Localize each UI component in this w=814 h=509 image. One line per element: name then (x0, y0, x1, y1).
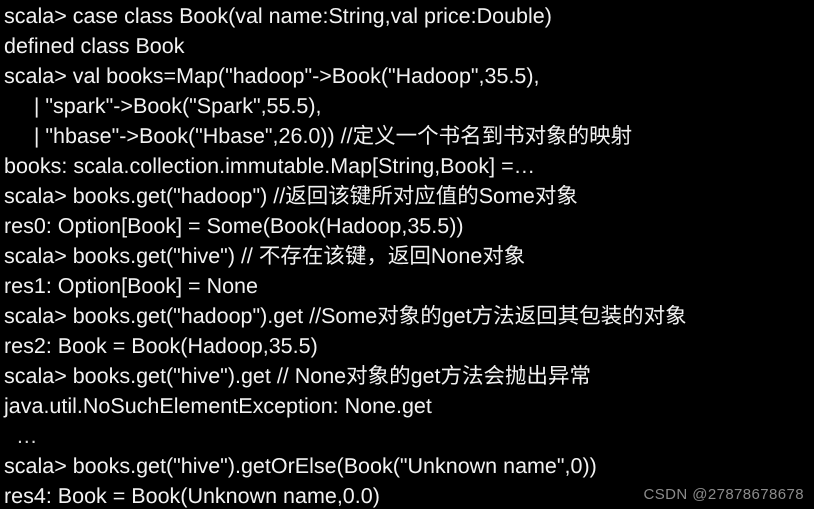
terminal-line: scala> books.get("hadoop").get //Some对象的… (4, 304, 687, 328)
terminal-line: scala> case class Book(val name:String,v… (4, 4, 552, 28)
terminal-line: scala> books.get("hive").get // None对象的g… (4, 364, 592, 388)
terminal-line: scala> books.get("hive").getOrElse(Book(… (4, 454, 597, 478)
terminal-line: java.util.NoSuchElementException: None.g… (4, 394, 432, 418)
terminal-line: defined class Book (4, 34, 185, 58)
terminal-line: res0: Option[Book] = Some(Book(Hadoop,35… (4, 214, 464, 238)
terminal-line: scala> books.get("hive") // 不存在该键，返回None… (4, 244, 526, 268)
terminal-line: books: scala.collection.immutable.Map[St… (4, 154, 536, 178)
terminal-line-ellipsis: … (4, 424, 38, 448)
terminal-line: res2: Book = Book(Hadoop,35.5) (4, 334, 318, 358)
terminal-screenshot: scala> case class Book(val name:String,v… (0, 0, 814, 509)
terminal-line: scala> val books=Map("hadoop"->Book("Had… (4, 64, 540, 88)
terminal-line: | "hbase"->Book("Hbase",26.0)) //定义一个书名到… (4, 124, 633, 148)
terminal-line: scala> books.get("hadoop") //返回该键所对应值的So… (4, 184, 578, 208)
scala-repl-terminal[interactable]: scala> case class Book(val name:String,v… (0, 0, 814, 509)
terminal-line: | "spark"->Book("Spark",55.5), (4, 94, 322, 118)
csdn-watermark: CSDN @27878678678 (643, 486, 804, 503)
terminal-line: res1: Option[Book] = None (4, 274, 258, 298)
